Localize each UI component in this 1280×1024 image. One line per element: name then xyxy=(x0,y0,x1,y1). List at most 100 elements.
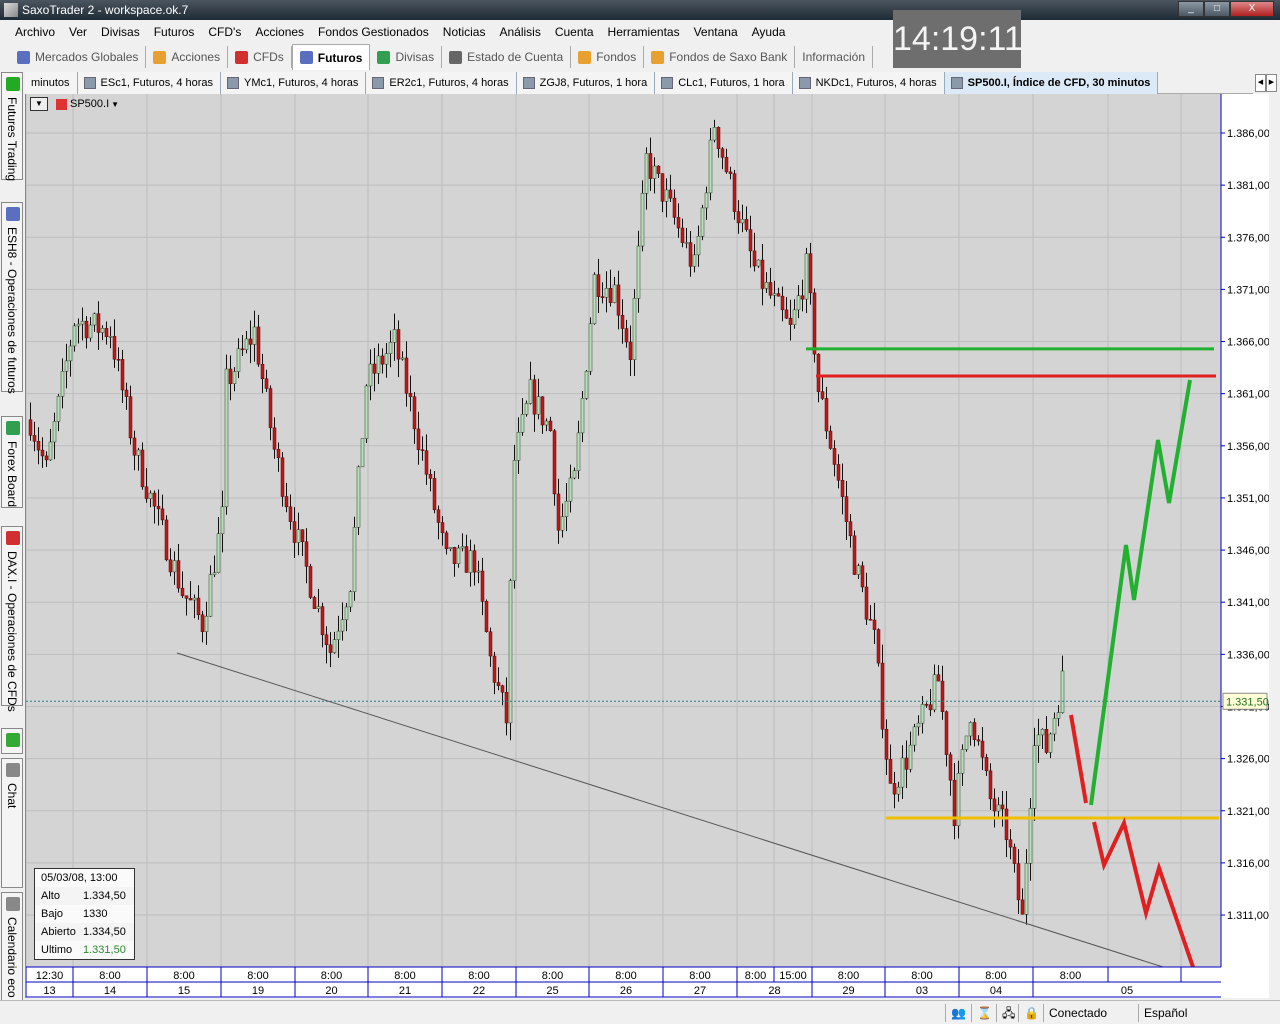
toolbar-button-1[interactable]: Acciones xyxy=(146,46,229,68)
chart-panel[interactable]: 1.386,00 1.381,00 1.376,00 1.371,00 1.366,00… xyxy=(25,94,1269,998)
y-tick-label: 1.366,00 xyxy=(1227,337,1269,349)
chart-tab[interactable]: YMc1, Futuros, 4 horas xyxy=(221,72,367,94)
info-value: 1330 xyxy=(83,908,108,920)
candle xyxy=(660,173,665,213)
candle-body-up xyxy=(900,757,905,788)
candle-body-down xyxy=(620,315,625,329)
candle-body-down xyxy=(972,722,977,740)
candle xyxy=(444,530,449,555)
candle-body-up xyxy=(80,320,85,325)
candle xyxy=(380,348,385,374)
candle xyxy=(848,514,853,548)
menu-acciones[interactable]: Acciones xyxy=(248,20,311,44)
sidebar-tab-3[interactable]: DAX.I - Operaciones de CFDs xyxy=(1,526,23,712)
candle-body-down xyxy=(748,229,753,252)
candle-body-up xyxy=(476,570,481,573)
sidebar-tab-1[interactable]: ESH8 - Operaciones de futuros xyxy=(1,202,23,394)
menu-ver[interactable]: Ver xyxy=(62,20,94,44)
sidebar-tab-label: Forex Board xyxy=(5,441,19,508)
candle xyxy=(108,326,113,349)
chevron-down-icon[interactable]: ▼ xyxy=(30,97,48,111)
menu-cuenta[interactable]: Cuenta xyxy=(548,20,601,44)
toolbar-button-0[interactable]: Mercados Globales xyxy=(10,46,147,68)
toolbar-button-4[interactable]: Divisas xyxy=(370,46,443,68)
candle xyxy=(36,427,41,465)
sidebar-tab-6[interactable]: Calendario eco xyxy=(1,892,23,1002)
candle xyxy=(440,516,445,546)
window-title: SaxoTrader 2 - workspace.ok.7 xyxy=(22,3,189,17)
candle-body-up xyxy=(692,254,697,267)
candle xyxy=(160,494,165,526)
chart-tab[interactable]: minutos xyxy=(25,72,78,94)
minimize-button[interactable]: _ xyxy=(1178,1,1204,17)
toolbar-button-8[interactable]: Información xyxy=(795,46,873,68)
app-icon xyxy=(4,3,18,17)
candle-body-up xyxy=(652,165,657,179)
chart-tab[interactable]: ESc1, Futuros, 4 horas xyxy=(77,72,222,94)
candle xyxy=(716,126,721,158)
chart-tab[interactable]: NKDc1, Futuros, 4 horas xyxy=(792,72,945,94)
candle xyxy=(88,317,93,342)
menu-fondos-gestionados[interactable]: Fondos Gestionados xyxy=(311,20,436,44)
symbol-selector[interactable]: ▼ SP500.I ▼ xyxy=(30,97,119,111)
toolbar-button-3[interactable]: Futuros xyxy=(291,44,371,70)
title-bar: SaxoTrader 2 - workspace.ok.7 _ □ X xyxy=(0,0,1280,20)
candle xyxy=(672,189,677,225)
sidebar-tab-0[interactable]: Futures Trading xyxy=(1,72,23,181)
menu-ventana[interactable]: Ventana xyxy=(687,20,745,44)
close-button[interactable]: X xyxy=(1230,1,1274,17)
candle-body-up xyxy=(740,219,745,224)
date-label: 21 xyxy=(399,985,411,997)
users-icon[interactable]: 👥 xyxy=(945,1004,971,1022)
candle-body-down xyxy=(440,522,445,534)
tab-label: SP500.I, Índice de CFD, 30 minutos xyxy=(967,77,1151,89)
cfd-icon xyxy=(56,98,67,110)
candle xyxy=(520,398,525,436)
tab-scroll-left-button[interactable]: ◀ xyxy=(1255,74,1266,92)
toolbar-button-2[interactable]: CFDs xyxy=(228,46,292,68)
chart-tab[interactable]: SP500.I, Índice de CFD, 30 minutos xyxy=(944,72,1159,94)
chart-tab[interactable]: ZGJ8, Futuros, 1 hora xyxy=(516,72,656,94)
candle-body-up xyxy=(1060,670,1065,713)
caret-down-icon[interactable]: ▼ xyxy=(111,100,119,109)
candle xyxy=(684,228,689,249)
candle-body-down xyxy=(1012,846,1017,864)
menu-cfd-s[interactable]: CFD's xyxy=(201,20,248,44)
time-label: 8:00 xyxy=(542,970,563,982)
candle-body-up xyxy=(664,189,669,202)
candle xyxy=(588,317,593,376)
price-chart[interactable]: 1.386,00 1.381,00 1.376,00 1.371,00 1.366,00… xyxy=(26,94,1269,998)
candle xyxy=(436,505,441,540)
menu-herramientas[interactable]: Herramientas xyxy=(601,20,687,44)
candle-body-down xyxy=(788,317,793,325)
menu-archivo[interactable]: Archivo xyxy=(8,20,62,44)
toolbar-button-7[interactable]: Fondos de Saxo Bank xyxy=(644,46,796,68)
toolbar-button-6[interactable]: Fondos xyxy=(571,46,645,68)
toolbar-button-5[interactable]: Estado de Cuenta xyxy=(442,46,572,68)
menu-análisis[interactable]: Análisis xyxy=(492,20,547,44)
candle xyxy=(456,544,461,568)
sidebar-tab-2[interactable]: Forex Board xyxy=(1,416,23,508)
candle-body-down xyxy=(812,292,817,355)
chart-tab[interactable]: CLc1, Futuros, 1 hora xyxy=(655,72,793,94)
menu-noticias[interactable]: Noticias xyxy=(436,20,493,44)
menu-ayuda[interactable]: Ayuda xyxy=(745,20,793,44)
tab-scroll-right-button[interactable]: ▶ xyxy=(1266,74,1277,92)
menu-futuros[interactable]: Futuros xyxy=(147,20,202,44)
candle-body-up xyxy=(340,619,345,632)
maximize-button[interactable]: □ xyxy=(1204,1,1230,17)
menu-divisas[interactable]: Divisas xyxy=(94,20,147,44)
chart-tab[interactable]: ER2c1, Futuros, 4 horas xyxy=(366,72,517,94)
candle-body-down xyxy=(656,165,661,174)
candle-body-up xyxy=(960,749,965,774)
candle-body-up xyxy=(208,574,213,617)
candle-body-down xyxy=(452,547,457,564)
hourglass-icon: ⌛ xyxy=(971,1004,996,1022)
candle-body-down xyxy=(556,493,561,531)
sidebar-tab-5[interactable]: Chat xyxy=(1,758,23,888)
candle-body-up xyxy=(236,348,241,372)
candle-body-up xyxy=(772,293,777,296)
candle xyxy=(188,581,193,601)
candle-body-up xyxy=(172,560,177,573)
sidebar-tab-4[interactable] xyxy=(1,728,23,754)
